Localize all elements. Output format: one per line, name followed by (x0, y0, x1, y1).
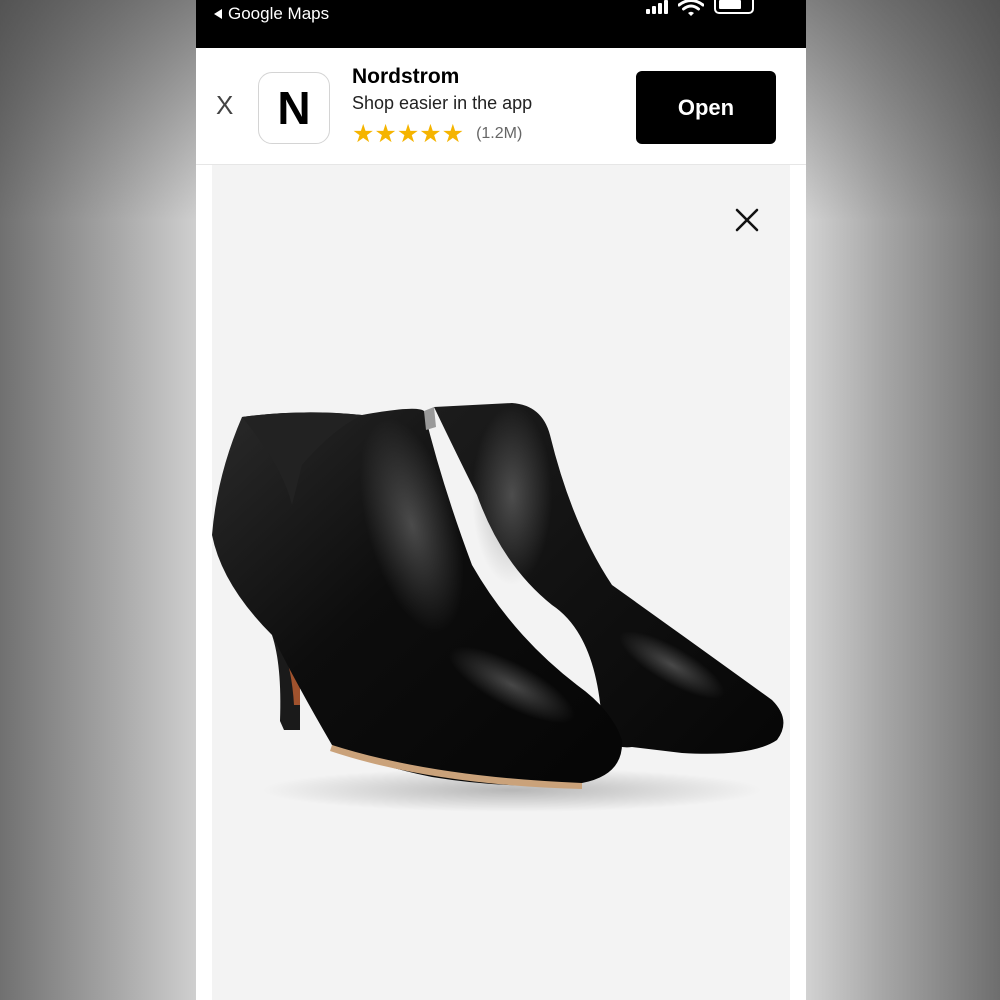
app-rating: ★★★★★ (1.2M) (352, 121, 522, 147)
app-tagline: Shop easier in the app (352, 93, 533, 113)
app-icon: N (258, 72, 330, 144)
star-rating-icon: ★★★★★ (352, 120, 465, 148)
back-arrow-icon (214, 9, 222, 19)
blurred-background-left (0, 0, 196, 1000)
phone-screen: Google Maps X N Nordstrom Shop easier in… (196, 0, 806, 1000)
right-gutter (790, 165, 806, 1000)
dismiss-banner-button[interactable]: X (216, 92, 233, 118)
battery-icon (714, 0, 754, 14)
open-app-button[interactable]: Open (636, 71, 776, 144)
close-icon[interactable] (732, 205, 762, 235)
wifi-icon (678, 0, 704, 16)
product-image-viewer (212, 165, 790, 1000)
back-to-app-link[interactable]: Google Maps (214, 4, 329, 24)
status-bar: Google Maps (196, 0, 806, 48)
back-link-label: Google Maps (228, 4, 330, 23)
rating-count: (1.2M) (476, 125, 523, 142)
app-icon-letter: N (277, 82, 311, 134)
product-image (212, 403, 784, 812)
signal-icon (646, 0, 668, 14)
left-gutter (196, 165, 212, 1000)
blurred-background-right (806, 0, 1000, 1000)
status-icons (646, 0, 754, 16)
app-name: Nordstrom (352, 65, 460, 88)
app-install-banner: X N Nordstrom Shop easier in the app ★★★… (196, 48, 806, 165)
